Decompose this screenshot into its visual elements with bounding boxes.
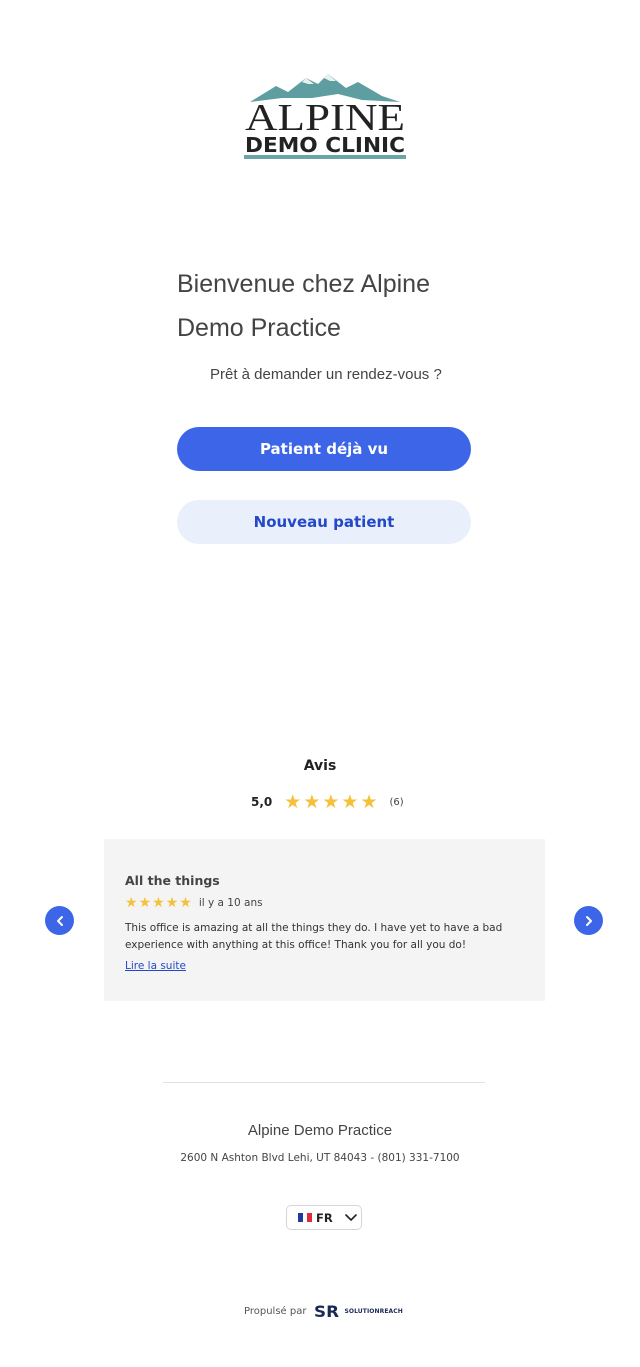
star-icon: ★ [138, 895, 152, 911]
practice-address: 2600 N Ashton Blvd Lehi, UT 84043 - (801… [180, 1152, 460, 1164]
rating-stars: ★ ★ ★ ★ ★ [284, 790, 378, 813]
language-select[interactable]: FR [286, 1205, 362, 1230]
footer-divider [163, 1082, 485, 1083]
carousel-next-button[interactable] [574, 906, 603, 935]
star-icon: ★ [125, 895, 138, 911]
star-icon: ★ [284, 790, 302, 813]
review-stars: ★ ★ ★ ★ ★ [125, 896, 192, 910]
brand-mark: SR [314, 1303, 339, 1319]
star-icon: ★ [179, 895, 192, 911]
star-icon: ★ [360, 790, 378, 813]
star-icon: ★ [152, 895, 165, 911]
reviews-title: Avis [303, 758, 337, 774]
star-icon: ★ [341, 790, 359, 813]
welcome-subtitle: Prêt à demander un rendez-vous ? [210, 366, 442, 383]
review-meta: ★ ★ ★ ★ ★ il y a 10 ans [125, 896, 523, 910]
existing-patient-button[interactable]: Patient déjà vu [177, 427, 471, 471]
clinic-logo: ALPINE DEMO CLINIC [242, 72, 408, 162]
star-icon: ★ [303, 790, 321, 813]
solutionreach-logo-icon: SR [314, 1303, 339, 1319]
read-more-link[interactable]: Lire la suite [125, 960, 186, 972]
brand-name: SOLUTIONREACH [344, 1307, 403, 1315]
chevron-left-icon [56, 915, 63, 926]
review-text: This office is amazing at all the things… [125, 922, 503, 951]
language-label: FR [316, 1210, 333, 1225]
star-icon: ★ [322, 790, 340, 813]
review-title: All the things [125, 873, 220, 888]
rating-average: 5,0 [251, 795, 273, 809]
chevron-down-icon [344, 1213, 357, 1221]
rating-count: (6) [389, 796, 404, 808]
practice-name: Alpine Demo Practice [247, 1122, 393, 1139]
welcome-title: Bienvenue chez Alpine Demo Practice [177, 262, 497, 350]
carousel-prev-button[interactable] [45, 906, 74, 935]
welcome-title-line2: Demo Practice [177, 314, 341, 342]
powered-by-label: Propulsé par [244, 1305, 307, 1317]
review-age: il y a 10 ans [198, 897, 263, 909]
logo-line2: DEMO CLINIC [245, 133, 405, 157]
review-card: All the things ★ ★ ★ ★ ★ il y a 10 ans T… [104, 839, 545, 1001]
rating-summary: 5,0 ★ ★ ★ ★ ★ (6) [251, 791, 404, 813]
powered-by: Propulsé par SR SOLUTIONREACH [244, 1302, 403, 1320]
chevron-right-icon [585, 915, 592, 926]
welcome-title-line1: Bienvenue chez Alpine [177, 270, 430, 298]
new-patient-button[interactable]: Nouveau patient [177, 500, 471, 544]
france-flag-icon [298, 1213, 313, 1222]
star-icon: ★ [165, 895, 179, 911]
